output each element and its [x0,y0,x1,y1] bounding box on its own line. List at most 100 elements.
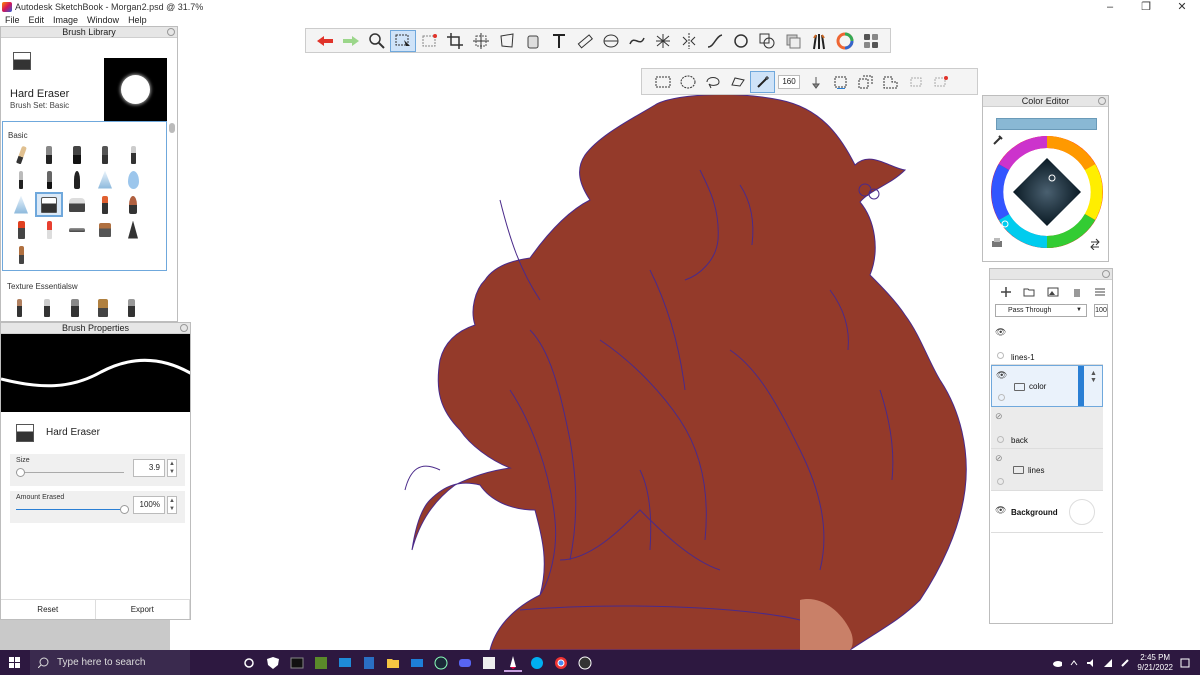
eyedropper-icon[interactable] [992,134,1004,146]
texture-brush-5[interactable] [117,295,145,320]
size-stepper[interactable]: ▲ ▼ [167,459,177,477]
layer-lock-radio[interactable] [998,394,1005,401]
panel-close-icon[interactable] [1098,97,1106,105]
eye-hidden-icon[interactable]: ⊘ [995,453,1003,464]
transform-tool[interactable] [468,30,494,52]
ruler-tool[interactable] [572,30,598,52]
sample-button[interactable] [803,71,828,93]
text-tool[interactable] [546,30,572,52]
taskbar-security[interactable] [264,654,282,672]
brush-crayon[interactable] [35,217,63,242]
french-curve-tool[interactable] [624,30,650,52]
taskbar-sketchbook[interactable] [504,654,522,672]
start-button[interactable] [0,656,30,669]
brush-pencil[interactable] [7,142,35,167]
taskbar-file-explorer[interactable] [384,654,402,672]
magic-wand-button[interactable] [750,70,775,93]
texture-brush-2[interactable] [33,295,61,320]
menu-edit[interactable]: Edit [29,14,45,26]
layer-row[interactable]: ⊘ back [991,407,1103,449]
shape-tool[interactable] [728,30,754,52]
lasso-select-button[interactable] [700,71,725,93]
menu-icon[interactable] [1094,286,1106,298]
image-icon[interactable] [1047,286,1059,298]
zoom-tool[interactable] [364,30,390,52]
close-button[interactable]: ✕ [1164,0,1200,14]
add-layer-icon[interactable] [1000,286,1012,298]
brush-paint[interactable] [91,192,119,217]
taskbar-remote[interactable] [336,654,354,672]
export-button[interactable]: Export [96,600,190,619]
polyline-lasso-button[interactable] [725,71,750,93]
add-selection-button[interactable] [853,71,878,93]
subtract-selection-button[interactable] [878,71,903,93]
texture-brush-1[interactable] [5,295,33,320]
brush-airbrush-triangle[interactable] [91,167,119,192]
size-slider-track[interactable] [16,472,124,473]
layer-row-background[interactable]: 👁 Background [991,491,1103,533]
layer-row[interactable]: 👁 lines-1 [991,323,1103,365]
brush-soft-eraser[interactable] [63,192,91,217]
amount-slider-track[interactable] [16,509,124,510]
redo-button[interactable] [338,30,364,52]
panel-close-icon[interactable] [1102,270,1110,278]
notification-icon[interactable] [1180,658,1190,668]
brush-oil[interactable] [7,217,35,242]
taskbar-chrome[interactable] [552,654,570,672]
brush-hard-eraser[interactable] [35,192,63,217]
reset-button[interactable]: Reset [1,600,96,619]
weather-icon[interactable] [1052,658,1063,668]
brush-fountain-pen[interactable] [63,167,91,192]
oval-select-button[interactable] [675,71,700,93]
brush-ink-pen[interactable] [7,167,35,192]
brush-water-drop[interactable] [119,167,147,192]
chevron-up-icon[interactable] [1069,658,1079,668]
tolerance-field[interactable]: 160 [778,74,800,89]
task-view-button[interactable] [240,654,258,672]
copic-library-button[interactable] [858,30,884,52]
taskbar-steam[interactable] [432,654,450,672]
copy-paste-tool[interactable] [754,30,780,52]
select-rect-tool[interactable] [416,30,442,52]
brush-library-button[interactable] [806,30,832,52]
brush-bristle[interactable] [7,242,35,267]
invert-selection-button[interactable] [828,71,853,93]
brush-chisel[interactable] [119,142,147,167]
size-value-field[interactable]: 3.9 [133,459,165,477]
current-color-swatch[interactable] [996,118,1097,130]
taskbar-search[interactable]: Type here to search [30,650,190,675]
eye-icon[interactable]: 👁 [995,505,1006,516]
menu-window[interactable]: Window [87,14,119,26]
taskbar-obs[interactable] [576,654,594,672]
saturation-value-diamond[interactable] [1013,158,1081,226]
amount-stepper[interactable]: ▲ ▼ [167,496,177,514]
taskbar-app-green[interactable] [312,654,330,672]
taskbar-mail[interactable] [408,654,426,672]
brush-flat[interactable] [91,217,119,242]
eye-icon[interactable]: 👁 [995,327,1006,338]
taskbar-discord[interactable] [456,654,474,672]
taskbar-app-white[interactable] [480,654,498,672]
color-wheel[interactable] [991,136,1103,248]
layer-opacity-field[interactable]: 100 [1094,304,1108,317]
panel-close-icon[interactable] [180,324,188,332]
menu-image[interactable]: Image [53,14,78,26]
clear-selection-button[interactable] [928,71,953,93]
system-clock[interactable]: 2:45 PM 9/21/2022 [1137,653,1173,673]
volume-icon[interactable] [1086,658,1096,668]
background-color-swatch[interactable] [1069,499,1095,525]
reorder-arrows-icon[interactable]: ▲ ▼ [1090,370,1097,384]
transform-selection-button[interactable] [903,71,928,93]
undo-button[interactable] [312,30,338,52]
folder-icon[interactable] [1023,286,1035,298]
network-icon[interactable] [1103,658,1113,668]
brush-smear[interactable] [63,217,91,242]
pen-icon[interactable] [1120,658,1130,668]
layer-row-selected[interactable]: 👁 color ▲ ▼ [991,365,1103,407]
brush-round[interactable] [119,192,147,217]
texture-brush-3[interactable] [61,295,89,320]
ellipse-guide-tool[interactable] [598,30,624,52]
panel-close-icon[interactable] [167,28,175,36]
layer-editor-button[interactable] [780,30,806,52]
brush-ballpoint[interactable] [35,167,63,192]
